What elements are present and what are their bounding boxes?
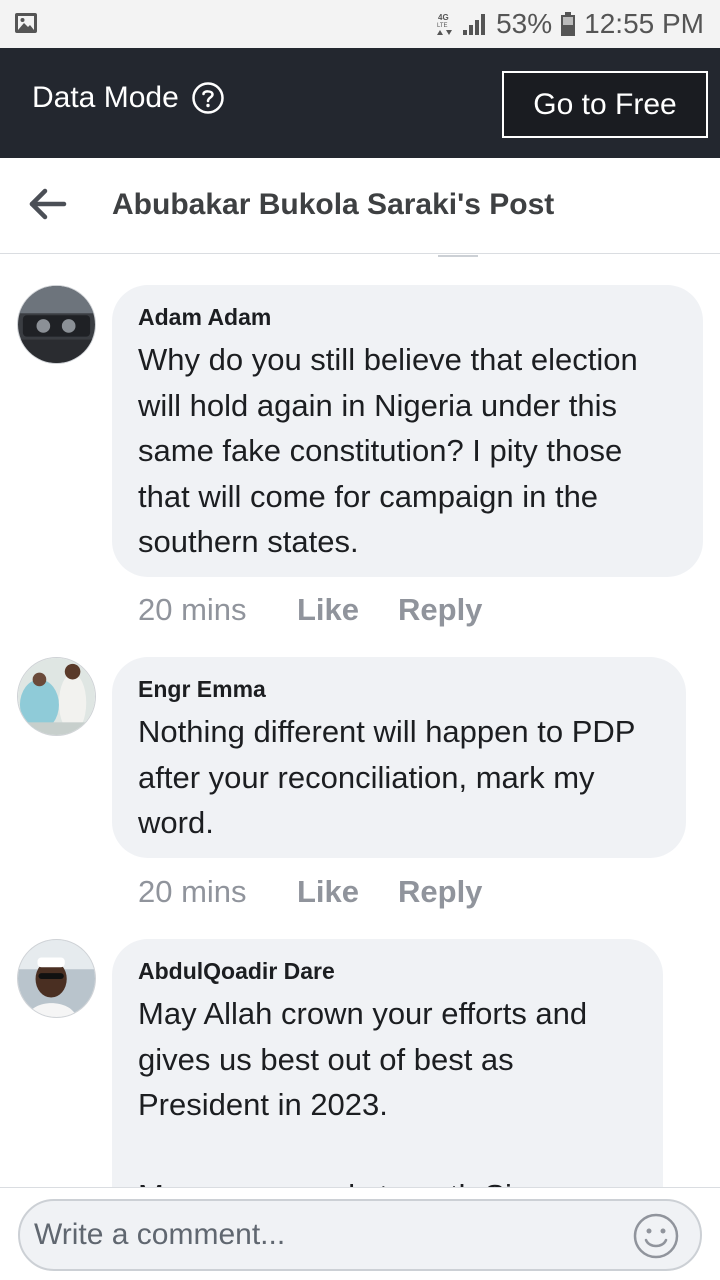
reply-button[interactable]: Reply <box>398 592 482 628</box>
comment-text: Why do you still believe that election w… <box>138 342 647 559</box>
avatar[interactable] <box>17 939 96 1018</box>
comments-list[interactable]: Adam Adam Why do you still believe that … <box>0 255 720 1187</box>
comment-composer <box>0 1187 720 1280</box>
previous-comment-edge <box>438 255 478 257</box>
comment-author[interactable]: Adam Adam <box>138 302 677 332</box>
emoji-icon[interactable] <box>632 1212 680 1260</box>
svg-text:4G: 4G <box>438 13 449 22</box>
data-mode-title: Data Mode <box>32 81 179 114</box>
comment-text: May Allah crown your efforts and gives u… <box>138 996 588 1187</box>
battery-percent: 53% <box>496 8 553 39</box>
comment-time: 20 mins <box>138 592 247 627</box>
help-icon[interactable] <box>191 81 225 115</box>
post-header: Abubakar Bukola Saraki's Post <box>0 158 720 254</box>
avatar[interactable] <box>17 285 96 364</box>
image-icon <box>15 13 37 33</box>
battery-icon <box>561 12 576 36</box>
avatar-image <box>18 286 95 363</box>
comment-actions: 20 mins Like Reply <box>138 872 482 912</box>
data-mode-label-group[interactable]: Data Mode <box>32 81 225 115</box>
avatar-image <box>18 658 95 735</box>
reply-button[interactable]: Reply <box>398 874 482 910</box>
go-to-free-button[interactable]: Go to Free <box>502 71 708 138</box>
back-arrow-icon[interactable] <box>26 184 70 224</box>
status-indicators: 4G LTE 53% 12:55 PM <box>436 8 704 40</box>
comment-bubble[interactable]: AbdulQoadir Dare May Allah crown your ef… <box>112 939 663 1187</box>
comment-author[interactable]: Engr Emma <box>138 674 660 704</box>
comment-actions: 20 mins Like Reply <box>138 590 482 630</box>
network-icon: 4G LTE <box>437 13 453 35</box>
data-mode-bar: Data Mode Go to Free <box>0 48 720 158</box>
comment-text: Nothing different will happen to PDP aft… <box>138 714 644 840</box>
like-button[interactable]: Like <box>297 592 398 628</box>
like-button[interactable]: Like <box>297 874 398 910</box>
comment-bubble[interactable]: Adam Adam Why do you still believe that … <box>112 285 703 577</box>
comment-bubble[interactable]: Engr Emma Nothing different will happen … <box>112 657 686 858</box>
comment-input[interactable] <box>18 1199 702 1271</box>
clock: 12:55 PM <box>584 8 704 39</box>
avatar[interactable] <box>17 657 96 736</box>
page-title: Abubakar Bukola Saraki's Post <box>112 188 555 221</box>
comment-author[interactable]: AbdulQoadir Dare <box>138 956 637 986</box>
signal-icon <box>463 14 486 35</box>
svg-text:LTE: LTE <box>437 23 448 29</box>
avatar-image <box>18 940 95 1017</box>
comment-time: 20 mins <box>138 874 247 909</box>
status-bar: 4G LTE 53% 12:55 PM <box>0 0 720 48</box>
